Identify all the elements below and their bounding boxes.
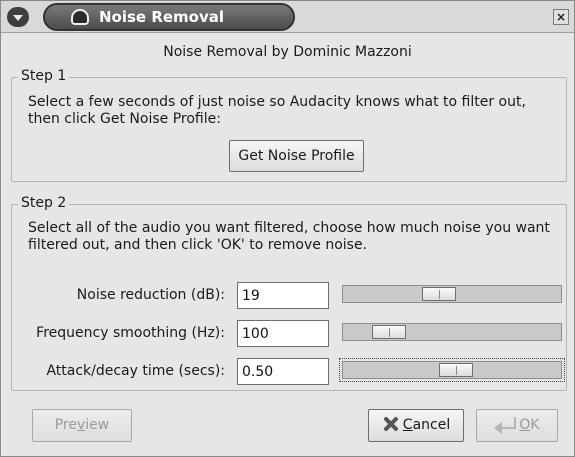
preview-button[interactable]: Preview: [32, 409, 132, 442]
step1-group: Step 1 Select a few seconds of just nois…: [11, 68, 567, 182]
noise-removal-dialog: Noise Removal × Noise Removal by Dominic…: [0, 0, 575, 457]
noise-reduction-slider[interactable]: [342, 285, 562, 303]
preview-label-suffix: iew: [85, 417, 110, 433]
step2-legend: Step 2: [18, 195, 70, 211]
title-pill: Noise Removal: [43, 3, 295, 31]
step1-description-line2: then click Get Noise Profile:: [28, 111, 221, 127]
attack-decay-slider[interactable]: [339, 358, 565, 382]
step1-description-line1: Select a few seconds of just noise so Au…: [28, 94, 526, 110]
step1-legend: Step 1: [18, 68, 70, 84]
step2-description-line2: filtered out, and then click 'OK' to rem…: [28, 237, 368, 253]
title-bar: Noise Removal ×: [1, 1, 574, 33]
attack-decay-label: Attack/decay time (secs):: [46, 363, 225, 379]
frequency-smoothing-slider[interactable]: [342, 323, 562, 341]
return-arrow-icon: [494, 417, 517, 434]
cancel-label-suffix: ancel: [412, 417, 451, 433]
window-title: Noise Removal: [99, 8, 225, 26]
frequency-smoothing-input[interactable]: [237, 320, 329, 347]
attack-decay-slider-thumb[interactable]: [439, 363, 473, 377]
window-menu-button[interactable]: [7, 7, 29, 27]
get-noise-profile-button[interactable]: Get Noise Profile: [229, 140, 364, 172]
headphones-icon: [71, 9, 89, 25]
attack-decay-input[interactable]: [237, 358, 329, 385]
preview-label-prefix: Pre: [54, 417, 77, 433]
step2-description-line1: Select all of the audio you want filtere…: [28, 220, 550, 236]
ok-label-suffix: K: [530, 417, 540, 433]
frequency-smoothing-label: Frequency smoothing (Hz):: [36, 325, 225, 341]
cancel-x-icon: [382, 416, 400, 432]
frequency-smoothing-slider-thumb[interactable]: [372, 325, 406, 339]
dialog-heading: Noise Removal by Dominic Mazzoni: [163, 44, 412, 60]
cancel-label-key: C: [402, 417, 413, 433]
noise-reduction-slider-thumb[interactable]: [422, 287, 456, 301]
noise-reduction-input[interactable]: [237, 282, 329, 309]
close-button[interactable]: ×: [553, 9, 569, 25]
close-icon: ×: [555, 10, 567, 24]
ok-button[interactable]: OK: [476, 409, 558, 442]
noise-reduction-label: Noise reduction (dB):: [76, 287, 225, 303]
cancel-button[interactable]: Cancel: [368, 409, 464, 442]
ok-label-key: O: [519, 417, 531, 433]
